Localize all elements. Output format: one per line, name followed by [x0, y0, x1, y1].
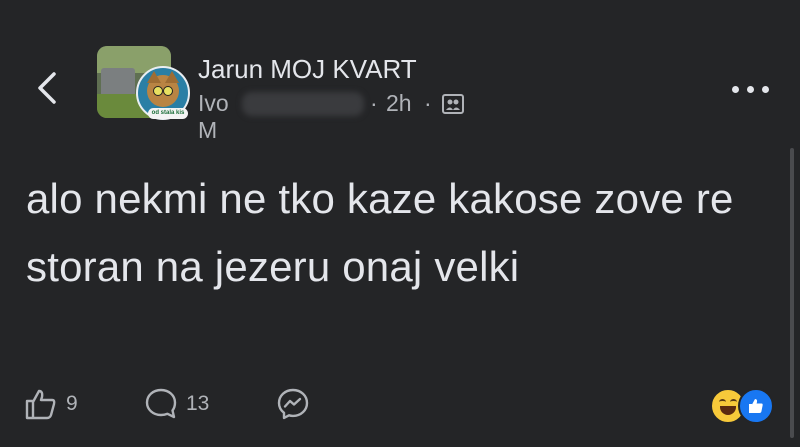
author-name[interactable]: Ivo M — [198, 90, 229, 144]
comment-button[interactable]: 13 — [144, 386, 209, 422]
send-messenger-button[interactable] — [276, 386, 310, 422]
group-name[interactable]: Jarun MOJ KVART — [198, 54, 417, 85]
avatar-sticker: od stala kis — [148, 108, 188, 119]
messenger-icon — [277, 388, 309, 420]
post-time[interactable]: 2h — [386, 90, 412, 117]
reaction-summary[interactable] — [708, 386, 778, 424]
thumbs-up-icon — [25, 389, 56, 420]
cat-image — [147, 71, 179, 107]
meta-separator: · — [424, 90, 432, 116]
meta-separator: · — [370, 90, 378, 116]
comment-bubble-icon — [145, 388, 177, 419]
post-header: od stala kis Jarun MOJ KVART Ivo M · 2h … — [0, 0, 800, 143]
like-count: 9 — [66, 392, 78, 415]
chevron-left-icon — [38, 72, 56, 104]
like-button[interactable]: 9 — [24, 386, 78, 422]
redacted-name-blur — [242, 92, 364, 116]
group-members-icon — [442, 94, 464, 114]
more-options-button[interactable] — [730, 78, 774, 102]
like-reaction-icon — [738, 388, 774, 424]
back-button[interactable] — [30, 66, 70, 110]
comment-count: 13 — [186, 392, 210, 415]
ellipsis-icon — [732, 86, 739, 93]
scrollbar[interactable] — [790, 148, 794, 438]
post-body-text: alo nekmi ne tko kaze kakose zove re sto… — [26, 175, 734, 290]
post-actions-bar: 9 13 — [0, 380, 800, 430]
